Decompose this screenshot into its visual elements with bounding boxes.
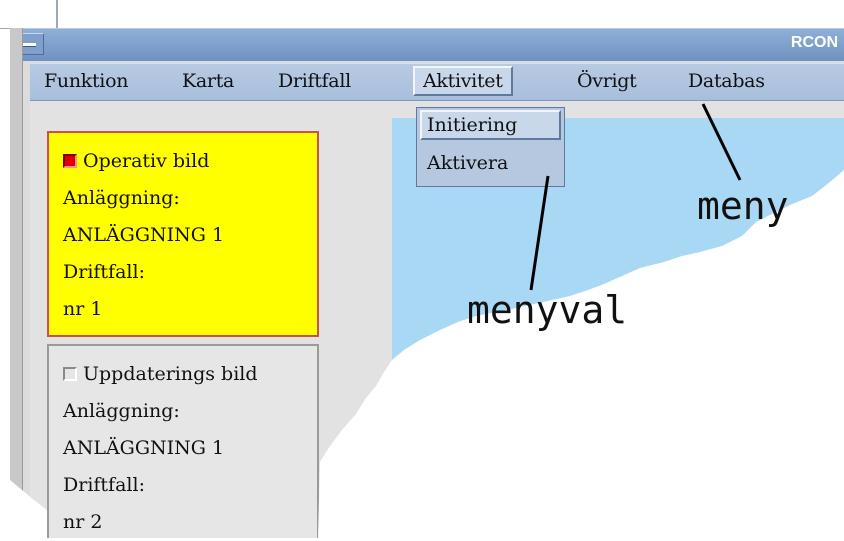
meny-pointer-line [701,103,742,181]
annotation-menyval: menyval [467,288,628,332]
annotation-lines [529,103,742,291]
annotation-meny: meny [697,184,789,228]
application-window: RCON Funktion Karta Driftfall Aktivitet … [0,0,844,538]
menyval-pointer-line [529,175,550,291]
